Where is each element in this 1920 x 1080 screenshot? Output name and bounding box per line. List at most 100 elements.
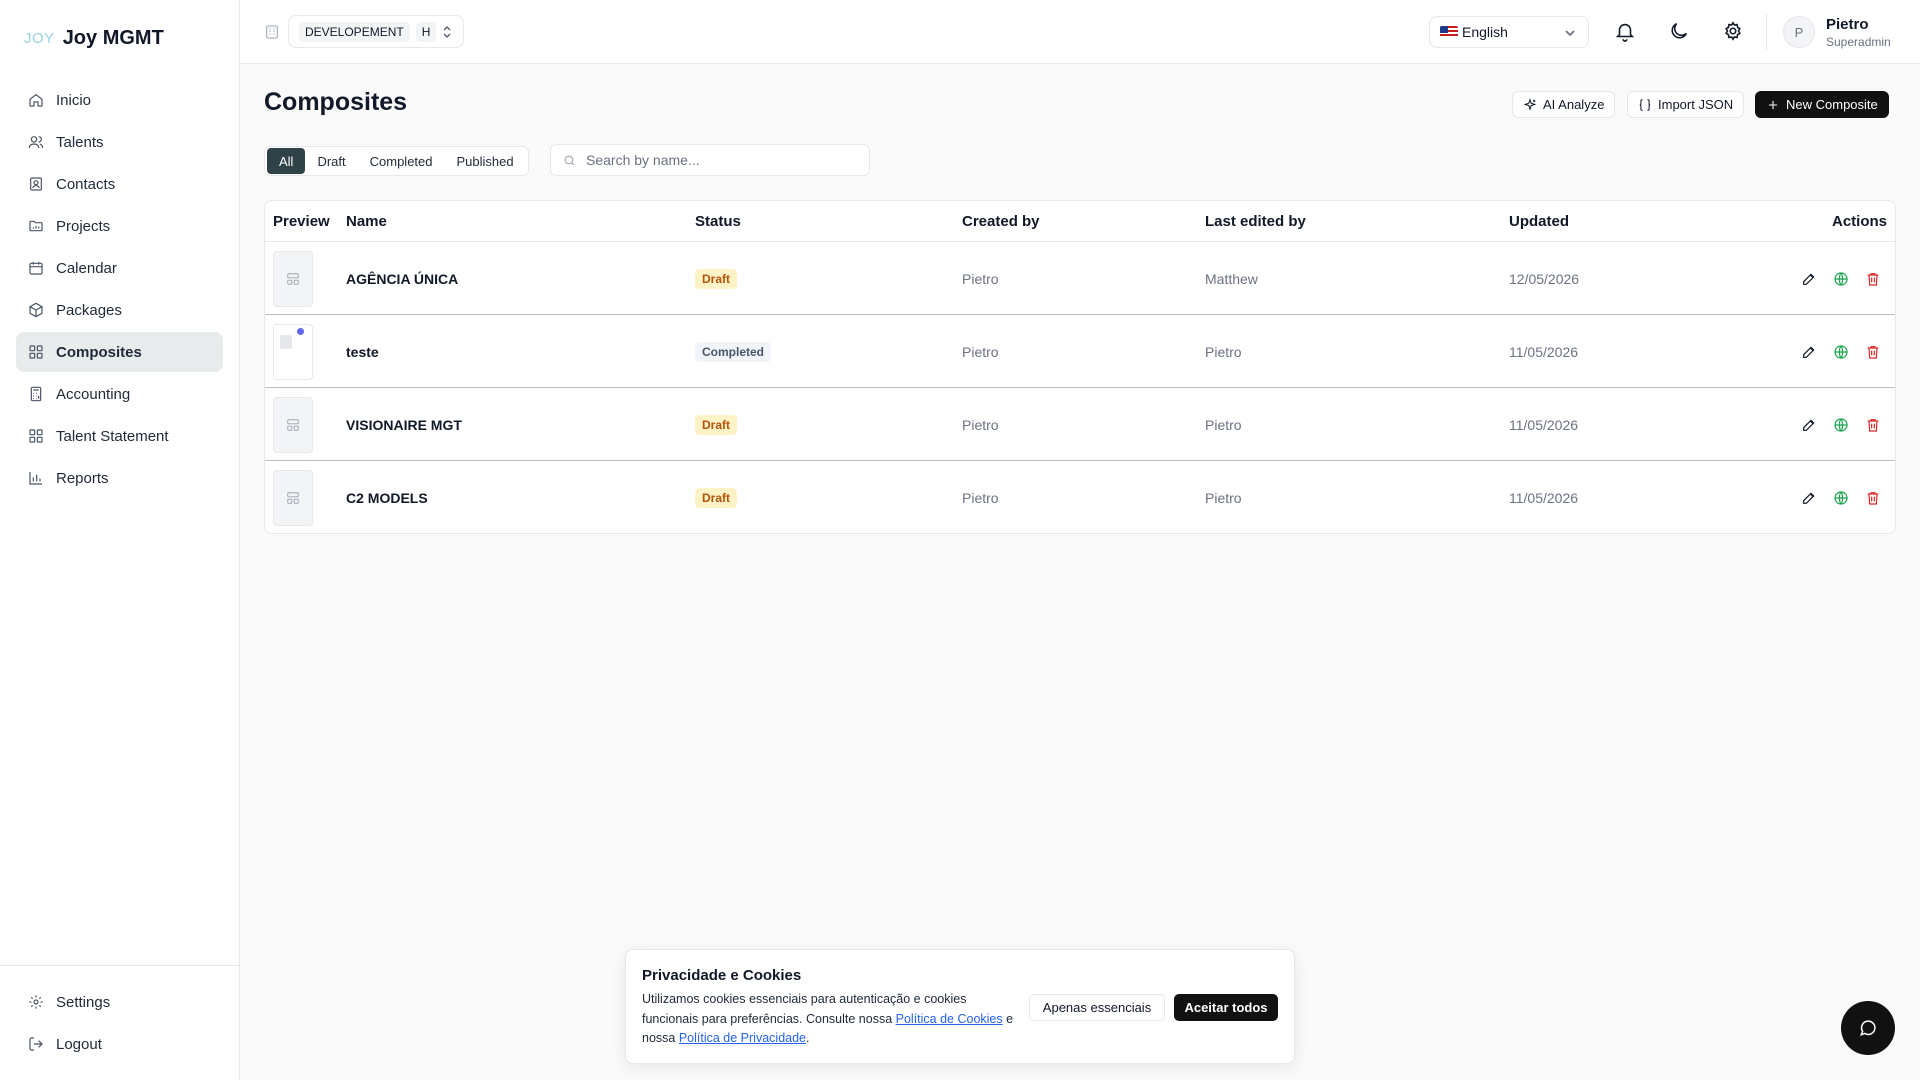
created-by: Pietro [962,343,999,360]
composite-name[interactable]: AGÊNCIA ÚNICA [346,242,458,315]
col-created-by[interactable]: Created by [962,213,1040,230]
user-name[interactable]: Pietro [1826,16,1869,33]
brand[interactable]: JOY Joy MGMT [24,27,164,50]
status-filter-tabs: All Draft Completed Published [264,146,529,176]
row-actions [1801,388,1881,461]
chat-bubble-icon [1860,1020,1876,1036]
chevron-up-down-icon [443,25,451,39]
status-cell: Draft [695,461,738,533]
filter-all[interactable]: All [267,148,306,174]
page-title: Composites [264,88,408,116]
pencil-icon[interactable] [1801,344,1817,360]
trash-icon[interactable] [1865,417,1881,433]
status-cell: Draft [695,388,738,461]
updated-date: 11/05/2026 [1509,489,1579,506]
sidebar-item-logout[interactable]: Logout [16,1024,223,1064]
language-select[interactable]: English [1429,16,1589,48]
chat-button[interactable] [1841,1001,1895,1055]
environment-select[interactable]: DEVELOPEMENT H [288,15,464,48]
globe-icon[interactable] [1833,271,1849,287]
privacy-policy-link[interactable]: Política de Privacidade [679,1031,806,1045]
filter-draft[interactable]: Draft [305,148,357,174]
ai-analyze-button[interactable]: AI Analyze [1512,91,1616,118]
col-status[interactable]: Status [695,213,741,230]
table-row[interactable]: AGÊNCIA ÚNICA Draft Pietro Matthew 12/05… [265,242,1895,315]
gear-icon [29,995,43,1009]
table-row[interactable]: teste Completed Pietro Pietro 11/05/2026 [265,315,1895,388]
globe-icon[interactable] [1833,344,1849,360]
top-header: DEVELOPEMENT H English P Pietro Superadm… [240,0,1920,64]
trash-icon[interactable] [1865,271,1881,287]
preview-cell [273,461,313,533]
table-row[interactable]: VISIONAIRE MGT Draft Pietro Pietro 11/05… [265,388,1895,461]
gear-icon[interactable] [1722,20,1744,42]
cookie-title: Privacidade e Cookies [642,967,802,984]
row-actions [1801,315,1881,388]
search-icon [564,155,575,165]
preview-block [280,334,292,349]
sidebar-item-settings[interactable]: Settings [16,982,223,1022]
composite-name[interactable]: teste [346,315,379,388]
composite-name[interactable]: C2 MODELS [346,461,428,533]
table-row[interactable]: C2 MODELS Draft Pietro Pietro 11/05/2026 [265,461,1895,533]
sidebar-item-reports[interactable]: Reports [16,458,223,498]
preview-cell [273,315,313,388]
preview-cell [273,388,313,461]
trash-icon[interactable] [1865,344,1881,360]
calculator-icon [30,386,42,402]
sidebar-item-accounting[interactable]: Accounting [16,374,223,414]
col-last-edited-by[interactable]: Last edited by [1205,213,1306,230]
layout-icon [287,272,299,285]
row-actions [1801,242,1881,315]
created-by: Pietro [962,416,999,433]
sidebar-item-contacts[interactable]: Contacts [16,164,223,204]
search-input[interactable] [586,152,856,168]
sidebar-item-label: Talent Statement [56,427,169,445]
filter-completed[interactable]: Completed [358,148,445,174]
sidebar: JOY Joy MGMT Inicio Talents Contacts Pro… [0,0,240,1080]
calendar-icon [29,262,43,275]
new-composite-button[interactable]: New Composite [1755,91,1889,118]
avatar[interactable]: P [1783,16,1815,48]
sidebar-item-talents[interactable]: Talents [16,122,223,162]
ai-analyze-label: AI Analyze [1543,97,1605,112]
pencil-icon[interactable] [1801,490,1817,506]
preview-thumbnail[interactable] [273,323,313,380]
sidebar-nav: Inicio Talents Contacts Projects Calenda… [16,80,223,500]
sidebar-item-label: Talents [56,133,104,151]
preview-thumbnail[interactable] [273,250,313,307]
sidebar-item-talent-statement[interactable]: Talent Statement [16,416,223,456]
accept-all-button[interactable]: Aceitar todos [1174,994,1278,1021]
sidebar-item-calendar[interactable]: Calendar [16,248,223,288]
sidebar-item-label: Projects [56,217,111,235]
bell-icon[interactable] [1614,20,1636,42]
pencil-icon[interactable] [1801,417,1817,433]
sidebar-item-label: Contacts [56,175,116,193]
sidebar-item-label: Inicio [56,91,92,109]
preview-cell [273,242,313,315]
globe-icon[interactable] [1833,417,1849,433]
import-json-label: Import JSON [1658,97,1734,112]
preview-thumbnail[interactable] [273,469,313,526]
grid-icon [29,429,43,443]
status-badge: Completed [695,341,772,362]
col-name[interactable]: Name [346,213,387,230]
updated-date: 11/05/2026 [1509,416,1579,433]
cookie-policy-link[interactable]: Política de Cookies [896,1012,1003,1026]
import-json-button[interactable]: Import JSON [1627,91,1745,118]
bar-chart-icon [29,472,42,485]
preview-thumbnail[interactable] [273,396,313,453]
pencil-icon[interactable] [1801,271,1817,287]
trash-icon[interactable] [1865,490,1881,506]
col-updated[interactable]: Updated [1509,213,1569,230]
sparkles-icon [1523,97,1537,111]
moon-icon[interactable] [1668,20,1690,42]
sidebar-item-projects[interactable]: Projects [16,206,223,246]
globe-icon[interactable] [1833,490,1849,506]
sidebar-item-inicio[interactable]: Inicio [16,80,223,120]
filter-published[interactable]: Published [445,148,526,174]
sidebar-item-packages[interactable]: Packages [16,290,223,330]
composite-name[interactable]: VISIONAIRE MGT [346,388,462,461]
sidebar-item-composites[interactable]: Composites [16,332,223,372]
essential-only-button[interactable]: Apenas essenciais [1029,994,1165,1021]
